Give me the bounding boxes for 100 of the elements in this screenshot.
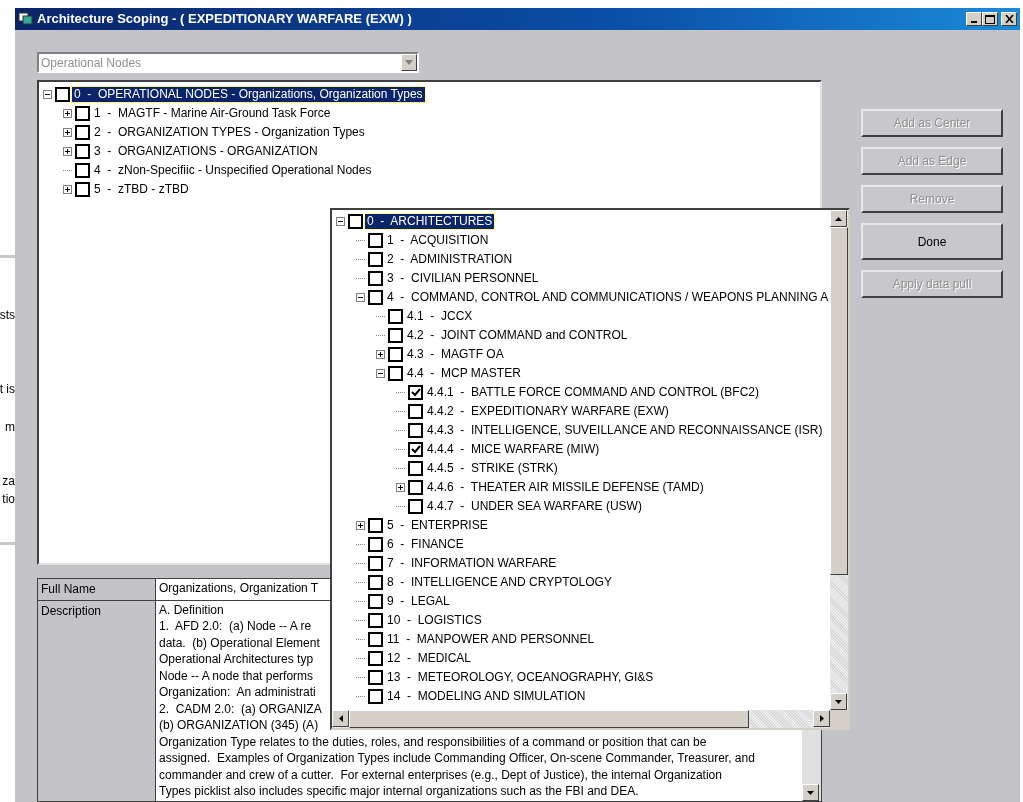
description-line: Organization Type relates to the duties, roles, and responsibilities of a command or position that can be xyxy=(159,734,707,749)
checkbox[interactable] xyxy=(55,87,70,102)
checkbox[interactable] xyxy=(368,575,383,590)
description-line: commander and crew of a cutter. For external enterprises (e.g., Dept of Justice), the internal Organization xyxy=(159,767,722,782)
tree-item[interactable]: 4.4.3 - INTELLIGENCE, SUVEILLANCE AND RECONNAISSANCE (ISR) xyxy=(425,423,825,438)
window-text-fragment: m xyxy=(5,420,15,434)
checkbox[interactable] xyxy=(368,271,383,286)
tree-item[interactable]: 4 - COMMAND, CONTROL AND COMMUNICATIONS / WEAPONS PLANNING A xyxy=(385,290,830,305)
checkbox[interactable] xyxy=(75,125,90,140)
checkbox[interactable] xyxy=(408,461,423,476)
tree-item[interactable]: 4.4.7 - UNDER SEA WARFARE (USW) xyxy=(425,499,644,514)
tree-item[interactable]: 5 - ENTERPRISE xyxy=(385,518,490,533)
scroll-up-button[interactable] xyxy=(830,210,847,227)
tree-item[interactable]: 4.4.6 - THEATER AIR MISSILE DEFENSE (TAMD) xyxy=(425,480,706,495)
collapse-icon[interactable] xyxy=(376,369,385,378)
minimize-button[interactable] xyxy=(966,12,982,26)
checkbox[interactable] xyxy=(408,499,423,514)
tree-item[interactable]: 4.3 - MAGTF OA xyxy=(405,347,506,362)
field-label: Description xyxy=(38,600,156,801)
tree-item[interactable]: 4.4.5 - STRIKE (STRK) xyxy=(425,461,560,476)
checkbox[interactable] xyxy=(75,144,90,159)
expand-icon[interactable] xyxy=(63,185,72,194)
collapse-icon[interactable] xyxy=(43,90,52,99)
down-arrow-icon xyxy=(835,699,842,704)
tree-item[interactable]: 4 - zNon-Specifiic - Unspecified Operational Nodes xyxy=(92,163,374,178)
tree-item[interactable]: 1 - ACQUISITION xyxy=(385,233,491,248)
tree-item[interactable]: 0 - OPERATIONAL NODES - Organizations, Organization Types xyxy=(72,87,425,102)
expand-icon[interactable] xyxy=(356,521,365,530)
checkbox[interactable] xyxy=(348,214,363,229)
collapse-icon[interactable] xyxy=(356,293,365,302)
checkbox[interactable] xyxy=(368,233,383,248)
tree-item[interactable]: 11 - MANPOWER AND PERSONNEL xyxy=(385,632,597,647)
checkbox[interactable] xyxy=(368,537,383,552)
scroll-down-button[interactable] xyxy=(830,693,847,710)
description-line: Operational Architectures typ xyxy=(159,652,314,666)
checkbox[interactable] xyxy=(368,632,383,647)
description-line: 2. CADM 2.0: (a) ORGANIZA xyxy=(159,701,322,716)
tree-item[interactable]: 4.4.4 - MICE WARFARE (MIW) xyxy=(425,442,602,457)
checkbox[interactable] xyxy=(368,594,383,609)
checkbox[interactable] xyxy=(408,442,423,457)
tree-item[interactable]: 7 - INFORMATION WARFARE xyxy=(385,556,559,571)
tree-item[interactable]: 13 - METEOROLOGY, OCEANOGRAPHY, GI&S xyxy=(385,670,656,685)
expand-icon[interactable] xyxy=(376,350,385,359)
tree-item[interactable]: 4.4.1 - BATTLE FORCE COMMAND AND CONTROL (BFC2) xyxy=(425,385,762,400)
checkbox[interactable] xyxy=(408,404,423,419)
scroll-left-button[interactable] xyxy=(332,710,349,727)
scrollbar-corner xyxy=(830,710,848,728)
horizontal-scrollbar[interactable] xyxy=(332,710,830,728)
expand-icon[interactable] xyxy=(396,483,405,492)
tree-item[interactable]: 3 - ORGANIZATIONS - ORGANIZATION xyxy=(92,144,320,159)
tree-item[interactable]: 4.4.2 - EXPEDITIONARY WARFARE (EXW) xyxy=(425,404,671,419)
tree-item[interactable]: 3 - CIVILIAN PERSONNEL xyxy=(385,271,541,286)
checkbox[interactable] xyxy=(368,290,383,305)
tree-item[interactable]: 8 - INTELLIGENCE AND CRYPTOLOGY xyxy=(385,575,614,590)
checkbox[interactable] xyxy=(388,328,403,343)
checkbox[interactable] xyxy=(368,518,383,533)
window-title: Architecture Scoping - ( EXPEDITIONARY WARFARE (EXW) ) xyxy=(37,10,412,29)
checkbox[interactable] xyxy=(408,385,423,400)
tree-item[interactable]: 5 - zTBD - zTBD xyxy=(92,182,191,197)
scrollbar-thumb[interactable] xyxy=(830,227,848,575)
checkbox[interactable] xyxy=(388,366,403,381)
checkbox[interactable] xyxy=(408,423,423,438)
checkbox[interactable] xyxy=(388,347,403,362)
expand-icon[interactable] xyxy=(63,109,72,118)
tree-item[interactable]: 6 - FINANCE xyxy=(385,537,466,552)
action-button[interactable]: Done xyxy=(861,223,1003,260)
dropdown-arrow-icon xyxy=(405,60,413,65)
checkbox[interactable] xyxy=(408,480,423,495)
close-button[interactable] xyxy=(1001,12,1017,26)
checkbox[interactable] xyxy=(368,613,383,628)
tree-item[interactable]: 0 - ARCHITECTURES xyxy=(365,214,495,229)
tree-item[interactable]: 14 - MODELING AND SIMULATION xyxy=(385,689,588,704)
expand-icon[interactable] xyxy=(63,147,72,156)
maximize-button[interactable] xyxy=(982,12,998,26)
tree-item[interactable]: 4.1 - JCCX xyxy=(405,309,475,324)
expand-icon[interactable] xyxy=(63,128,72,137)
tree-item[interactable]: 2 - ORGANIZATION TYPES - Organization Types xyxy=(92,125,367,140)
tree-item[interactable]: 4.2 - JOINT COMMAND and CONTROL xyxy=(405,328,630,343)
tree-item[interactable]: 1 - MAGTF - Marine Air-Ground Task Force xyxy=(92,106,333,121)
vertical-scrollbar[interactable] xyxy=(830,210,848,710)
collapse-icon[interactable] xyxy=(336,217,345,226)
checkbox[interactable] xyxy=(368,651,383,666)
checkbox[interactable] xyxy=(368,556,383,571)
tree-item[interactable]: 10 - LOGISTICS xyxy=(385,613,484,628)
checkbox[interactable] xyxy=(368,670,383,685)
window-text-fragment: t is xyxy=(0,382,15,396)
checkbox[interactable] xyxy=(75,163,90,178)
maximize-icon xyxy=(985,14,995,24)
checkbox[interactable] xyxy=(368,689,383,704)
scrollbar-thumb[interactable] xyxy=(349,710,749,728)
tree-item[interactable]: 12 - MEDICAL xyxy=(385,651,474,666)
checkbox[interactable] xyxy=(75,182,90,197)
checkbox[interactable] xyxy=(75,106,90,121)
tree-item[interactable]: 9 - LEGAL xyxy=(385,594,452,609)
tree-item[interactable]: 2 - ADMINISTRATION xyxy=(385,252,515,267)
checkbox[interactable] xyxy=(368,252,383,267)
tree-item[interactable]: 4.4 - MCP MASTER xyxy=(405,366,523,381)
scroll-down-button[interactable] xyxy=(802,784,819,801)
scroll-right-button[interactable] xyxy=(813,710,830,727)
checkbox[interactable] xyxy=(388,309,403,324)
